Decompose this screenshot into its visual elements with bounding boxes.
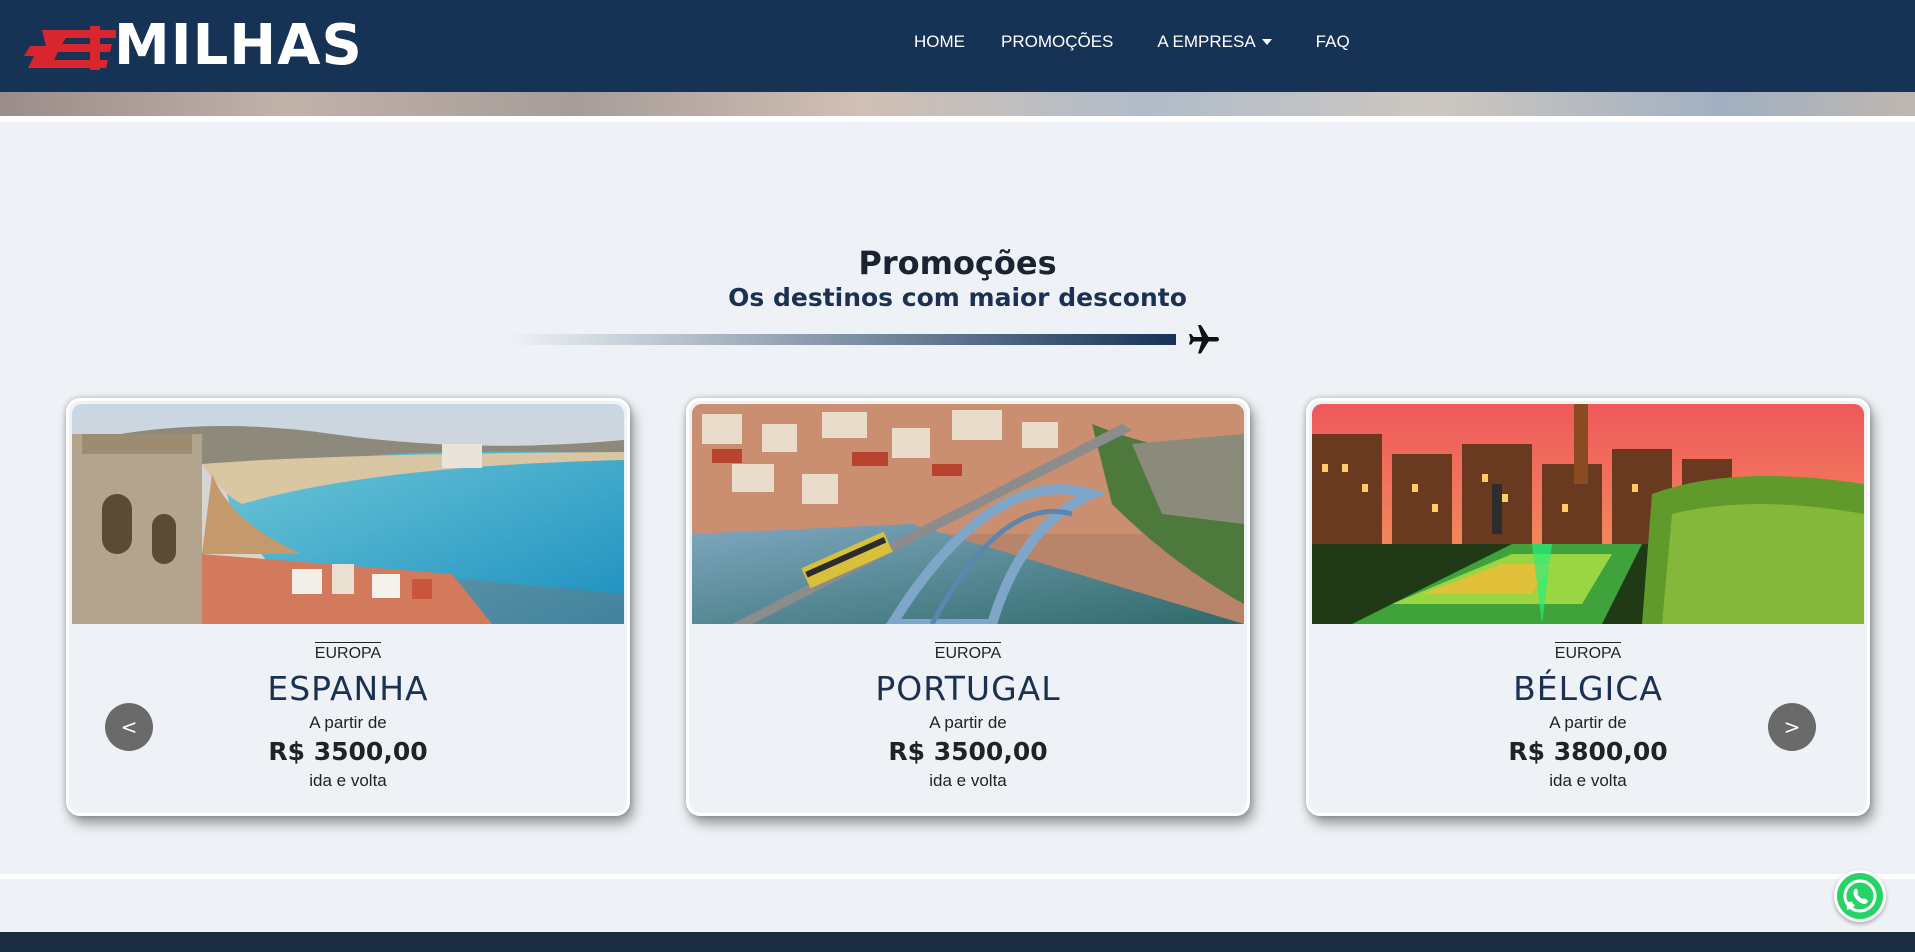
airplane-icon [1189, 325, 1219, 354]
divider-line [0, 116, 1915, 122]
card-region: EUROPA [689, 642, 1247, 663]
nav-home-label: HOME [914, 32, 965, 51]
whatsapp-button[interactable] [1834, 870, 1886, 922]
footer [0, 932, 1915, 952]
nav-faq-label: FAQ [1315, 32, 1350, 51]
card-trip-type: ida e volta [309, 771, 387, 790]
logo-mark-icon [24, 26, 116, 70]
card-price: R$ 3500,00 [268, 737, 428, 766]
card-region: EUROPA [69, 642, 627, 663]
card-image-espanha [72, 404, 624, 624]
caret-down-icon [1261, 39, 1272, 45]
promo-card-espanha[interactable]: EUROPA ESPANHA A partir de R$ 3500,00 id… [66, 398, 630, 816]
nav-home[interactable]: HOME [914, 32, 965, 52]
nav-empresa-label: A EMPRESA [1157, 32, 1256, 51]
card-from-label: A partir de [929, 713, 1007, 732]
logo-text: MILHAS [114, 13, 363, 78]
divider-line [0, 874, 1915, 879]
whatsapp-icon [1837, 873, 1883, 919]
card-image-belgica [1312, 404, 1864, 624]
card-trip-type: ida e volta [1549, 771, 1627, 790]
title-divider-bar [508, 334, 1176, 345]
main-nav: HOME PROMOÇÕES A EMPRESA FAQ [914, 32, 1386, 52]
card-country: PORTUGAL [875, 669, 1061, 708]
promo-card-portugal[interactable]: EUROPA PORTUGAL A partir de R$ 3500,00 i… [686, 398, 1250, 816]
card-trip-type: ida e volta [929, 771, 1007, 790]
promo-card-belgica[interactable]: EUROPA BÉLGICA A partir de R$ 3800,00 id… [1306, 398, 1870, 816]
section-title: Promoções [858, 244, 1057, 282]
nav-faq[interactable]: FAQ [1316, 32, 1350, 52]
logo[interactable]: MILHAS [24, 13, 363, 78]
card-country: BÉLGICA [1513, 669, 1663, 708]
navbar: MILHAS HOME PROMOÇÕES A EMPRESA FAQ [0, 0, 1915, 92]
nav-promocoes-label: PROMOÇÕES [1001, 32, 1114, 51]
hero-image-strip [0, 92, 1915, 116]
card-price: R$ 3500,00 [888, 737, 1048, 766]
section-subtitle: Os destinos com maior desconto [728, 283, 1187, 312]
nav-empresa-dropdown[interactable]: A EMPRESA [1157, 32, 1272, 52]
card-image-portugal [692, 404, 1244, 624]
nav-promocoes[interactable]: PROMOÇÕES [1001, 32, 1113, 52]
carousel-next-button[interactable]: > [1768, 703, 1816, 751]
carousel-prev-button[interactable]: < [105, 703, 153, 751]
card-country: ESPANHA [267, 669, 429, 708]
card-region: EUROPA [1309, 642, 1867, 663]
